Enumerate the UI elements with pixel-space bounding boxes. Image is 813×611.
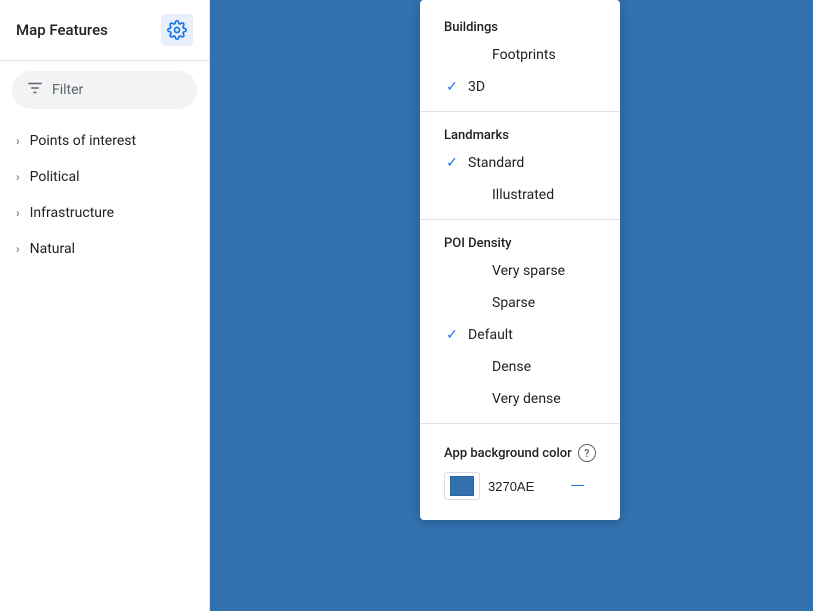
dropdown-label-dense: Dense — [492, 359, 531, 375]
dropdown-item-3d[interactable]: ✓ 3D — [420, 71, 620, 103]
dropdown-item-dense[interactable]: ✓ Dense — [420, 351, 620, 383]
color-swatch-button[interactable] — [444, 472, 480, 500]
gear-icon — [167, 20, 187, 40]
dropdown-label-3d: 3D — [468, 79, 485, 95]
color-label-row: App background color ? — [444, 444, 596, 462]
nav-item-infrastructure[interactable]: › Infrastructure — [0, 195, 209, 231]
dropdown-label-default: Default — [468, 327, 513, 343]
dropdown-panel: Buildings ✓ Footprints ✓ 3D Landmarks ✓ … — [420, 0, 620, 520]
check-icon-standard: ✓ — [444, 155, 460, 171]
dropdown-item-very-sparse[interactable]: ✓ Very sparse — [420, 255, 620, 287]
section-title-buildings: Buildings — [420, 12, 620, 39]
gear-button[interactable] — [161, 14, 193, 46]
map-area: C Buildings ✓ Footprints ✓ 3D Landmarks … — [210, 0, 813, 611]
dropdown-item-default[interactable]: ✓ Default — [420, 319, 620, 351]
dropdown-item-footprints[interactable]: ✓ Footprints — [420, 39, 620, 71]
dropdown-label-footprints: Footprints — [492, 47, 556, 63]
nav-arrow-infra: › — [16, 206, 20, 220]
color-row: — — [444, 472, 596, 500]
dropdown-label-illustrated: Illustrated — [492, 187, 554, 203]
sidebar: Map Features Filter › Points of interest… — [0, 0, 210, 611]
nav-item-natural[interactable]: › Natural — [0, 231, 209, 267]
nav-list: › Points of interest › Political › Infra… — [0, 119, 209, 271]
dropdown-item-standard[interactable]: ✓ Standard — [420, 147, 620, 179]
filter-bar[interactable]: Filter — [12, 71, 197, 109]
nav-label-political: Political — [30, 169, 80, 185]
nav-arrow-poi: › — [16, 134, 20, 148]
color-swatch — [450, 476, 474, 496]
dropdown-item-very-dense[interactable]: ✓ Very dense — [420, 383, 620, 415]
nav-label-poi: Points of interest — [30, 133, 136, 149]
nav-arrow-political: › — [16, 170, 20, 184]
divider-3 — [420, 423, 620, 424]
color-remove-button[interactable]: — — [570, 476, 585, 496]
dropdown-item-illustrated[interactable]: ✓ Illustrated — [420, 179, 620, 211]
divider-2 — [420, 219, 620, 220]
nav-label-natural: Natural — [30, 241, 75, 257]
sidebar-title: Map Features — [16, 21, 108, 39]
dropdown-label-very-dense: Very dense — [492, 391, 561, 407]
nav-item-political[interactable]: › Political — [0, 159, 209, 195]
dropdown-label-standard: Standard — [468, 155, 524, 171]
color-value-input[interactable] — [488, 479, 558, 494]
dropdown-label-very-sparse: Very sparse — [492, 263, 565, 279]
check-icon-default: ✓ — [444, 327, 460, 343]
nav-item-poi[interactable]: › Points of interest — [0, 123, 209, 159]
color-section: App background color ? — — [420, 432, 620, 508]
check-icon-3d: ✓ — [444, 79, 460, 95]
help-icon[interactable]: ? — [578, 444, 596, 462]
section-title-landmarks: Landmarks — [420, 120, 620, 147]
dropdown-item-sparse[interactable]: ✓ Sparse — [420, 287, 620, 319]
divider-1 — [420, 111, 620, 112]
nav-arrow-natural: › — [16, 242, 20, 256]
nav-label-infra: Infrastructure — [30, 205, 114, 221]
filter-icon — [26, 79, 44, 101]
help-symbol: ? — [584, 447, 589, 460]
dropdown-label-sparse: Sparse — [492, 295, 535, 311]
section-title-poi-density: POI Density — [420, 228, 620, 255]
filter-label: Filter — [52, 82, 83, 98]
color-label-text: App background color — [444, 446, 572, 461]
sidebar-header: Map Features — [0, 0, 209, 61]
